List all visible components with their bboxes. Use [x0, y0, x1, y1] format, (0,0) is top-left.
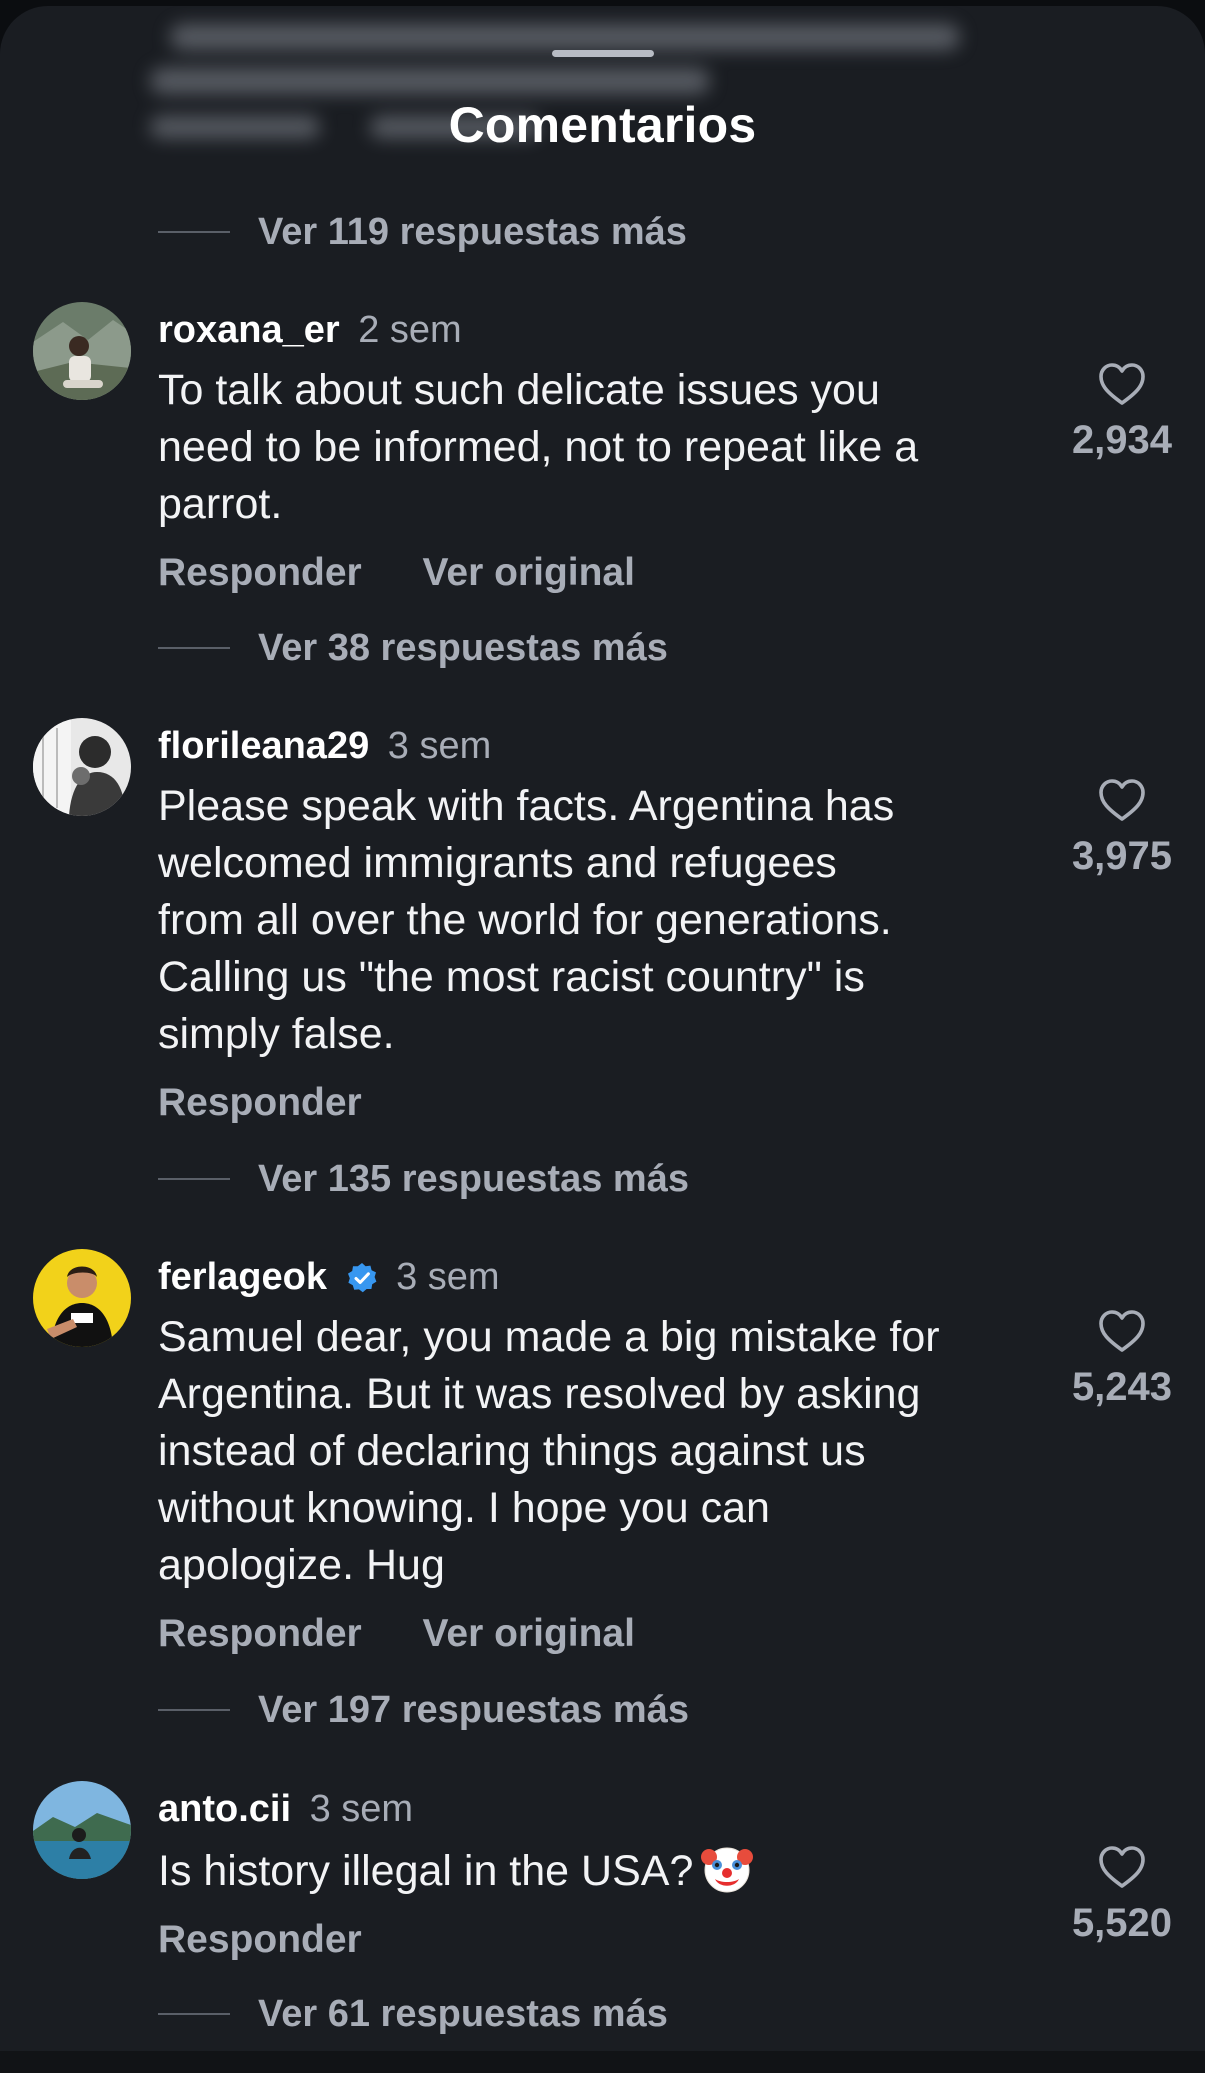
comment-line: without knowing. I hope you can: [158, 1484, 770, 1532]
comment-text: To talk about such delicate issues you n…: [158, 362, 1038, 533]
comment-line: Samuel dear, you made a big mistake for: [158, 1313, 940, 1361]
like-control: 5,243: [1057, 1309, 1187, 1410]
comment-username[interactable]: roxana_er: [158, 309, 340, 351]
like-control: 5,520: [1057, 1845, 1187, 1946]
reply-divider: [158, 2013, 230, 2015]
comment-line: simply false.: [158, 1010, 395, 1058]
comment-text: Is history illegal in the USA?: [158, 1841, 1038, 1900]
comment-timestamp: 3 sem: [309, 1788, 414, 1830]
comment-line: Argentina. But it was resolved by asking: [158, 1370, 921, 1418]
heart-outline-icon[interactable]: [1098, 362, 1146, 406]
reply-divider: [158, 647, 230, 649]
see-original-button[interactable]: Ver original: [423, 551, 635, 594]
clown-face-icon: [701, 1847, 754, 1893]
comment-line: welcomed immigrants and refugees: [158, 839, 837, 887]
like-count: 3,975: [1071, 834, 1173, 878]
like-count: 2,934: [1071, 418, 1173, 462]
comment-timestamp: 3 sem: [387, 725, 492, 767]
avatar[interactable]: [33, 1781, 131, 1879]
reply-divider: [158, 231, 230, 233]
reply-divider: [158, 1178, 230, 1180]
view-more-replies-label: Ver 38 respuestas más: [258, 626, 668, 669]
sheet-drag-handle[interactable]: [552, 50, 654, 57]
comment-line: need to be informed, not to repeat like …: [158, 423, 919, 471]
comment-username[interactable]: anto.cii: [158, 1788, 291, 1830]
reply-button[interactable]: Responder: [158, 551, 362, 594]
comments-sheet: Comentarios Ver 119 respuestas más roxan…: [0, 6, 1205, 2073]
comment-line: from all over the world for generations.: [158, 896, 892, 944]
comment-username[interactable]: florileana29: [158, 725, 369, 767]
comment-text: Samuel dear, you made a big mistake for …: [158, 1309, 1038, 1594]
like-count: 5,243: [1071, 1365, 1173, 1409]
like-control: 2,934: [1057, 362, 1187, 463]
reply-button[interactable]: Responder: [158, 1612, 362, 1655]
reply-divider: [158, 1709, 230, 1711]
heart-outline-icon[interactable]: [1098, 1845, 1146, 1889]
see-original-button[interactable]: Ver original: [423, 1612, 635, 1655]
heart-outline-icon[interactable]: [1098, 1309, 1146, 1353]
comment-username[interactable]: ferlageok: [158, 1256, 327, 1298]
comment-text: Please speak with facts. Argentina has w…: [158, 778, 1038, 1063]
view-more-replies[interactable]: Ver 119 respuestas más: [158, 202, 687, 262]
avatar[interactable]: [33, 302, 131, 400]
view-more-replies[interactable]: Ver 197 respuestas más: [158, 1680, 689, 1740]
heart-outline-icon[interactable]: [1098, 778, 1146, 822]
view-more-replies-label: Ver 135 respuestas más: [258, 1157, 689, 1200]
view-more-replies-label: Ver 119 respuestas más: [258, 210, 687, 253]
view-more-replies[interactable]: Ver 38 respuestas más: [158, 618, 668, 678]
comment-line-text: Is history illegal in the USA?: [158, 1847, 694, 1895]
like-control: 3,975: [1057, 778, 1187, 879]
comment-line: apologize. Hug: [158, 1541, 445, 1589]
like-count: 5,520: [1071, 1901, 1173, 1945]
comment-timestamp: 2 sem: [358, 309, 462, 351]
view-more-replies-label: Ver 197 respuestas más: [258, 1688, 689, 1731]
comment-line: parrot.: [158, 480, 283, 528]
avatar[interactable]: [33, 1249, 131, 1347]
comment-line: Calling us "the most racist country" is: [158, 953, 865, 1001]
comment-line: instead of declaring things against us: [158, 1427, 866, 1475]
verified-badge-icon: [347, 1263, 376, 1293]
comment-line: Please speak with facts. Argentina has: [158, 782, 895, 830]
view-more-replies[interactable]: Ver 61 respuestas más: [158, 1984, 668, 2044]
comment-line: To talk about such delicate issues you: [158, 366, 880, 414]
view-more-replies-label: Ver 61 respuestas más: [258, 1992, 668, 2035]
reply-button[interactable]: Responder: [158, 1081, 362, 1124]
comment-timestamp: 3 sem: [396, 1256, 500, 1298]
bottom-bar: [0, 2051, 1205, 2073]
sheet-title: Comentarios: [448, 97, 757, 153]
reply-button[interactable]: Responder: [158, 1918, 362, 1961]
view-more-replies[interactable]: Ver 135 respuestas más: [158, 1149, 689, 1209]
avatar[interactable]: [33, 718, 131, 816]
comment-line: Is history illegal in the USA?: [158, 1841, 1038, 1900]
